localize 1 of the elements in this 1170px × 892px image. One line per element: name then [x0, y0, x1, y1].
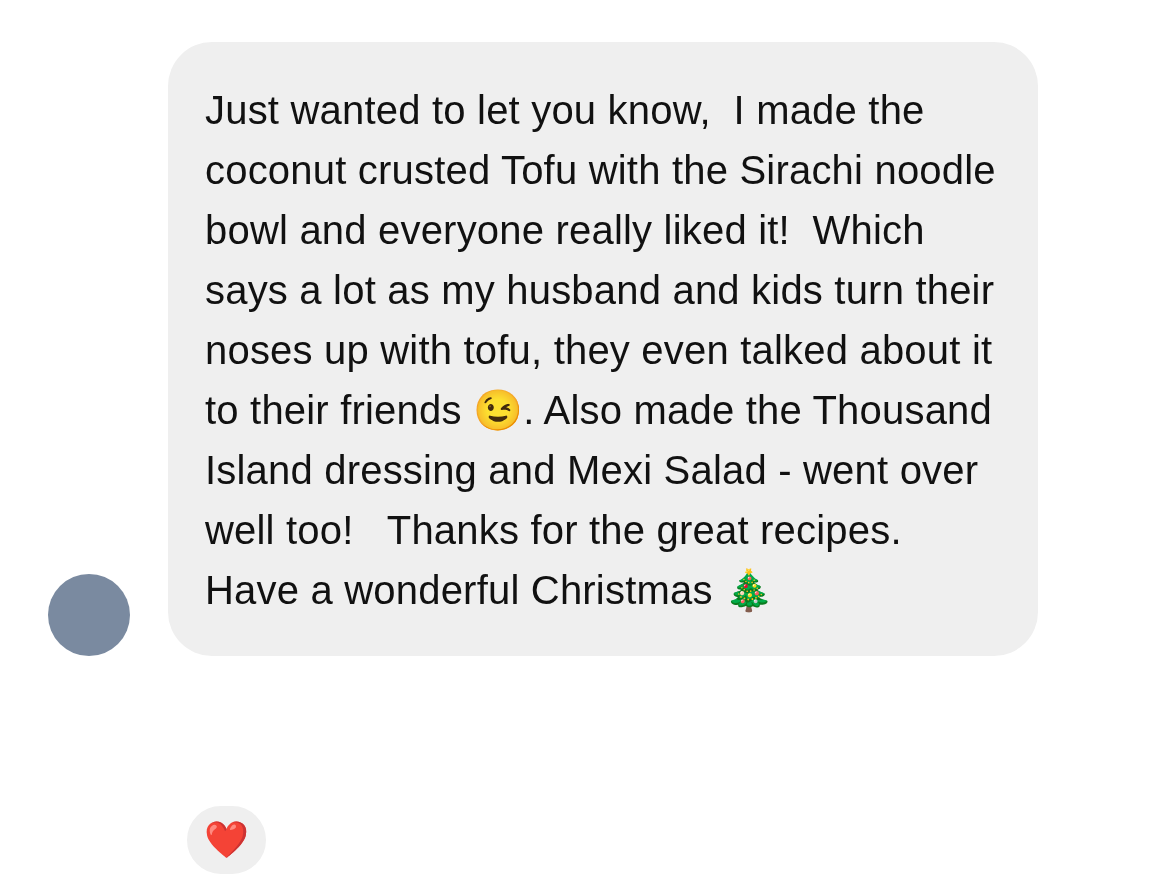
- message-text: Just wanted to let you know, I made the coconut crusted Tofu with the Sirachi noodle bowl and everyone really liked it! Which says a lot as my husband and kids turn their noses up with tofu, they even talked about it to their friends 😉. Also made the Thousand Island dressing and Mexi Salad - went over well too! Thanks for the great recipes. Have a wonderful Christmas 🎄: [205, 87, 997, 615]
